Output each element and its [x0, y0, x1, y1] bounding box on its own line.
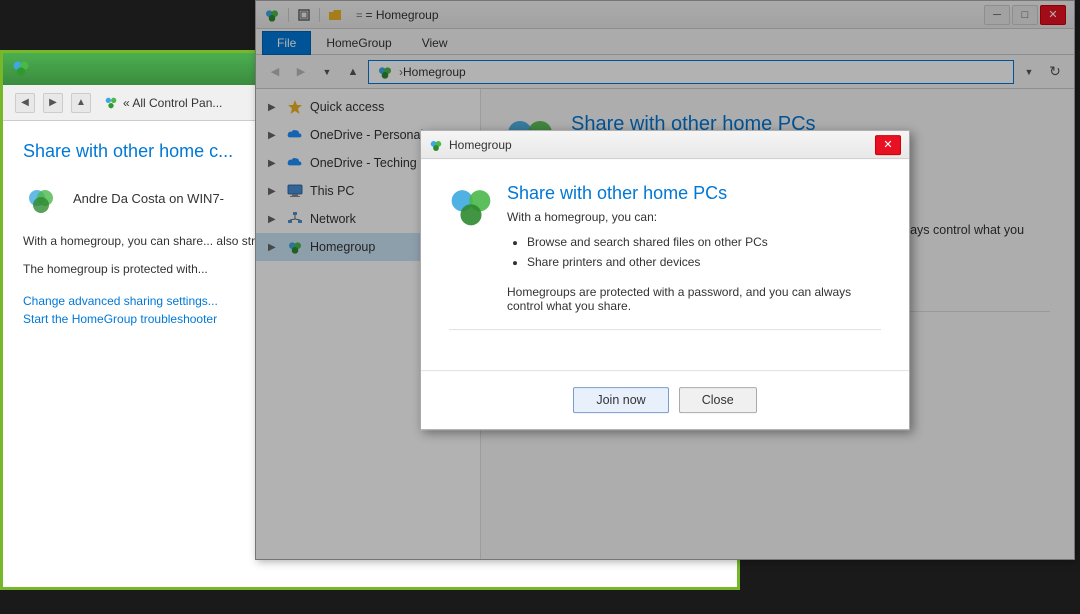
dialog-icon: [429, 138, 443, 152]
bg-username: Andre Da Costa on WIN7-: [73, 191, 224, 206]
bg-forward-btn[interactable]: ▶: [43, 93, 63, 113]
bg-window-icon: [11, 59, 31, 79]
dialog-list-item-1: Browse and search shared files on other …: [527, 232, 881, 252]
bg-address-text: « All Control Pan...: [123, 96, 222, 110]
bg-back-btn[interactable]: ◀: [15, 93, 35, 113]
dialog-close-btn[interactable]: Close: [679, 387, 757, 413]
dialog-close-button[interactable]: ✕: [875, 135, 901, 155]
homegroup-dialog: Homegroup ✕ Share with other home PCs Wi…: [420, 130, 910, 430]
bg-up-btn[interactable]: ▲: [71, 93, 91, 113]
dialog-list-item-2: Share printers and other devices: [527, 253, 881, 273]
dialog-titlebar: Homegroup ✕: [421, 131, 909, 159]
dialog-join-now-button[interactable]: Join now: [573, 387, 668, 413]
user-icon: [23, 178, 63, 218]
dialog-footer: Join now Close: [421, 370, 909, 429]
dialog-header: Share with other home PCs With a homegro…: [449, 183, 881, 330]
dialog-overlay: Homegroup ✕ Share with other home PCs Wi…: [255, 0, 1075, 560]
dialog-list: Browse and search shared files on other …: [527, 232, 881, 273]
dialog-title-text: Homegroup: [449, 138, 869, 152]
dialog-share-title: Share with other home PCs: [507, 183, 881, 204]
dialog-note: Homegroups are protected with a password…: [507, 285, 881, 313]
control-panel-icon: [103, 95, 119, 111]
dialog-homegroup-icon: [449, 183, 493, 227]
dialog-text-area: Share with other home PCs With a homegro…: [507, 183, 881, 313]
dialog-body: Share with other home PCs With a homegro…: [421, 159, 909, 370]
dialog-desc: With a homegroup, you can:: [507, 210, 881, 224]
